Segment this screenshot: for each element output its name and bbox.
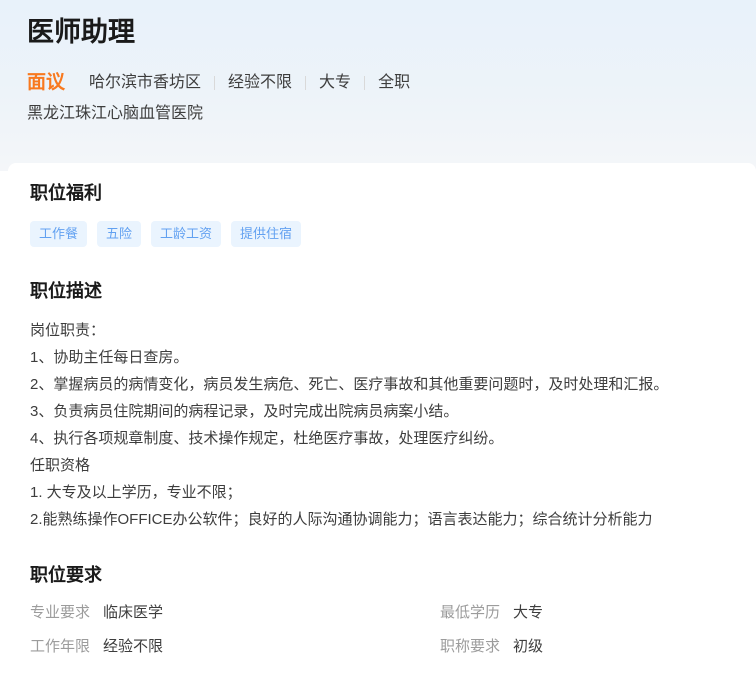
job-meta-row: 面议 哈尔滨市香坊区 经验不限 大专 全职 [27, 72, 756, 94]
benefit-tag-seniority-pay: 工龄工资 [151, 221, 221, 247]
meta-divider [364, 76, 365, 90]
requirement-label: 专业要求 [30, 604, 90, 621]
description-line: 2、掌握病员的病情变化，病员发生病危、死亡、医疗事故和其他重要问题时，及时处理和… [30, 371, 734, 398]
job-detail-card: 职位福利 工作餐 五险 工龄工资 提供住宿 职位描述 岗位职责： 1、协助主任每… [8, 163, 756, 687]
requirement-value: 大专 [513, 604, 543, 621]
requirements-heading: 职位要求 [30, 565, 734, 585]
page-title: 医师助理 [27, 0, 756, 49]
description-line: 4、执行各项规章制度、技术操作规定，杜绝医疗事故，处理医疗纠纷。 [30, 425, 734, 452]
job-header: 医师助理 面议 哈尔滨市香坊区 经验不限 大专 全职 黑龙江珠江心脑血管医院 [0, 0, 756, 171]
requirement-item-min-education: 最低学历大专 [440, 603, 734, 623]
description-line: 任职资格 [30, 452, 734, 479]
requirement-label: 最低学历 [440, 604, 500, 621]
section-requirements: 职位要求 专业要求临床医学 最低学历大专 工作年限经验不限 职称要求初级 [30, 565, 734, 657]
requirement-value: 临床医学 [103, 604, 163, 621]
section-description: 职位描述 岗位职责： 1、协助主任每日查房。 2、掌握病员的病情变化，病员发生病… [30, 281, 734, 533]
description-line: 2.能熟练操作OFFICE办公软件；良好的人际沟通协调能力；语言表达能力；综合统… [30, 506, 734, 533]
requirement-item-work-years: 工作年限经验不限 [30, 637, 440, 657]
meta-location: 哈尔滨市香坊区 [89, 72, 201, 94]
description-heading: 职位描述 [30, 281, 734, 301]
benefits-heading: 职位福利 [30, 183, 734, 203]
benefit-tags: 工作餐 五险 工龄工资 提供住宿 [30, 221, 734, 247]
company-name: 黑龙江珠江心脑血管医院 [27, 103, 756, 125]
requirement-label: 职称要求 [440, 638, 500, 655]
section-benefits: 职位福利 工作餐 五险 工龄工资 提供住宿 [30, 183, 734, 247]
requirement-item-major: 专业要求临床医学 [30, 603, 440, 623]
requirement-item-title-level: 职称要求初级 [440, 637, 734, 657]
meta-divider [305, 76, 306, 90]
meta-experience: 经验不限 [228, 72, 292, 94]
requirements-grid: 专业要求临床医学 最低学历大专 工作年限经验不限 职称要求初级 [30, 603, 734, 657]
meta-education: 大专 [319, 72, 351, 94]
requirement-value: 初级 [513, 638, 543, 655]
description-line: 1. 大专及以上学历，专业不限； [30, 479, 734, 506]
benefit-tag-housing: 提供住宿 [231, 221, 301, 247]
requirement-value: 经验不限 [103, 638, 163, 655]
description-line: 1、协助主任每日查房。 [30, 344, 734, 371]
benefit-tag-work-meal: 工作餐 [30, 221, 87, 247]
description-line: 3、负责病员住院期间的病程记录，及时完成出院病员病案小结。 [30, 398, 734, 425]
benefit-tag-five-insurances: 五险 [97, 221, 141, 247]
salary-negotiable: 面议 [27, 72, 65, 94]
meta-divider [214, 76, 215, 90]
description-body: 岗位职责： 1、协助主任每日查房。 2、掌握病员的病情变化，病员发生病危、死亡、… [30, 317, 734, 533]
description-line: 岗位职责： [30, 317, 734, 344]
meta-job-type: 全职 [378, 72, 410, 94]
requirement-label: 工作年限 [30, 638, 90, 655]
